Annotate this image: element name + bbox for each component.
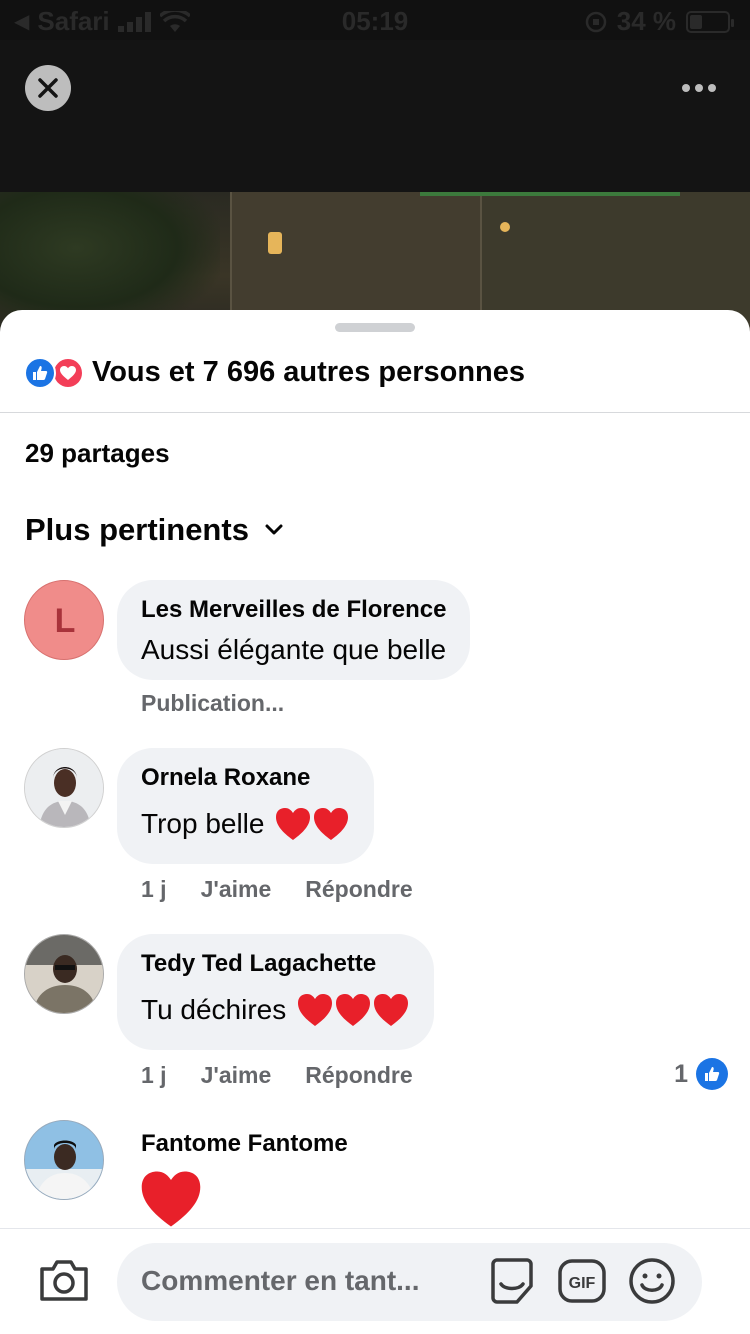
- comment-text: Tu déchires: [141, 994, 287, 1025]
- more-options-button[interactable]: [682, 80, 722, 96]
- battery-icon: [686, 10, 734, 33]
- heart-icon: [336, 994, 371, 1026]
- avatar-sticker-button[interactable]: [487, 1256, 537, 1311]
- gif-icon: GIF: [558, 1259, 606, 1303]
- status-bar: ◀ Safari 05:19 34 %: [0, 0, 750, 40]
- profile-photo: [25, 935, 103, 1013]
- like-icon: [24, 356, 56, 389]
- divider: [0, 412, 750, 413]
- reply-link[interactable]: Répondre: [305, 1062, 412, 1089]
- comment-meta: 1 j J'aime Répondre: [141, 1062, 413, 1089]
- comment-composer: Commenter en tant... GIF: [0, 1228, 750, 1334]
- like-link[interactable]: J'aime: [201, 876, 272, 903]
- comment-bubble[interactable]: Tedy Ted Lagachette Tu déchires: [117, 934, 435, 1050]
- status-right: 34 %: [585, 6, 734, 37]
- avatar[interactable]: [24, 1120, 104, 1200]
- heart-icon: [276, 808, 311, 840]
- camera-icon: [40, 1260, 88, 1301]
- comment-time: 1 j: [141, 876, 167, 902]
- heart-icon: [374, 994, 409, 1026]
- more-dot: [682, 84, 690, 92]
- comment-bubble[interactable]: Les Merveilles de Florence Aussi élégant…: [117, 580, 471, 680]
- comment-author[interactable]: Ornela Roxane: [141, 764, 350, 792]
- photo-light: [268, 232, 282, 254]
- svg-text:GIF: GIF: [569, 1275, 596, 1292]
- comments-sheet: Vous et 7 696 autres personnes 29 partag…: [0, 310, 750, 1334]
- sort-dropdown[interactable]: Plus pertinents: [25, 512, 283, 548]
- close-button[interactable]: [25, 65, 71, 111]
- gif-button[interactable]: GIF: [557, 1256, 607, 1311]
- comment-author[interactable]: Tedy Ted Lagachette: [141, 950, 410, 978]
- thumbs-up-icon: [705, 1067, 720, 1081]
- photo-green-glow: [420, 192, 680, 196]
- profile-photo: [25, 749, 103, 827]
- reactions-text: Vous et 7 696 autres personnes: [92, 356, 526, 388]
- thumbs-up-icon: [33, 365, 48, 380]
- comment-author[interactable]: Les Merveilles de Florence: [141, 596, 446, 624]
- sticker-icon: [491, 1258, 533, 1304]
- heart-emojis: [296, 992, 410, 1028]
- more-dot: [695, 84, 703, 92]
- photo-light: [500, 222, 510, 232]
- heart-emojis: [274, 806, 350, 842]
- like-link[interactable]: J'aime: [201, 1062, 272, 1089]
- heart-icon: [141, 1171, 201, 1227]
- close-icon: [38, 78, 58, 98]
- like-icon: [696, 1058, 728, 1090]
- like-count: 1: [674, 1059, 688, 1088]
- photo-viewer-header: [0, 40, 750, 192]
- comment-text: Trop belle: [141, 808, 265, 839]
- chevron-down-icon: [265, 524, 283, 535]
- avatar-letter: L: [54, 602, 76, 640]
- sheet-handle[interactable]: [335, 323, 415, 332]
- heart-icon: [298, 994, 333, 1026]
- comment-meta: 1 j J'aime Répondre: [141, 876, 413, 903]
- reactions-summary[interactable]: Vous et 7 696 autres personnes: [24, 356, 525, 389]
- avatar[interactable]: [24, 934, 104, 1014]
- comment-input-placeholder: Commenter en tant...: [141, 1265, 420, 1296]
- comment-meta: Publication...: [141, 690, 284, 717]
- shares-count[interactable]: 29 partages: [25, 438, 170, 469]
- comment-text: Aussi élégante que belle: [141, 634, 447, 665]
- heart-icon: [60, 365, 76, 380]
- avatar[interactable]: L: [24, 580, 104, 660]
- reply-link[interactable]: Répondre: [305, 876, 412, 903]
- publication-link[interactable]: Publication...: [141, 690, 284, 717]
- comment-author[interactable]: Fantome Fantome: [141, 1130, 348, 1158]
- comment-like-count[interactable]: 1: [674, 1058, 728, 1090]
- comment-bubble[interactable]: Ornela Roxane Trop belle: [117, 748, 375, 864]
- emoji-button[interactable]: [627, 1256, 677, 1311]
- battery-percent: 34 %: [616, 6, 676, 36]
- sort-label: Plus pertinents: [25, 512, 249, 547]
- comment-text-row: Trop belle: [141, 806, 350, 842]
- avatar[interactable]: [24, 748, 104, 828]
- orientation-lock-icon: [585, 11, 606, 32]
- more-dot: [708, 84, 716, 92]
- comment-input[interactable]: Commenter en tant... GIF: [117, 1243, 702, 1321]
- love-icon: [52, 356, 84, 389]
- battery-fill: [690, 14, 702, 29]
- emoji-icon: [629, 1258, 675, 1304]
- camera-button[interactable]: [38, 1257, 90, 1308]
- heart-icon: [314, 808, 349, 840]
- comment-time: 1 j: [141, 1062, 167, 1088]
- profile-photo: [25, 1121, 103, 1199]
- comment-text-row: Tu déchires: [141, 992, 410, 1028]
